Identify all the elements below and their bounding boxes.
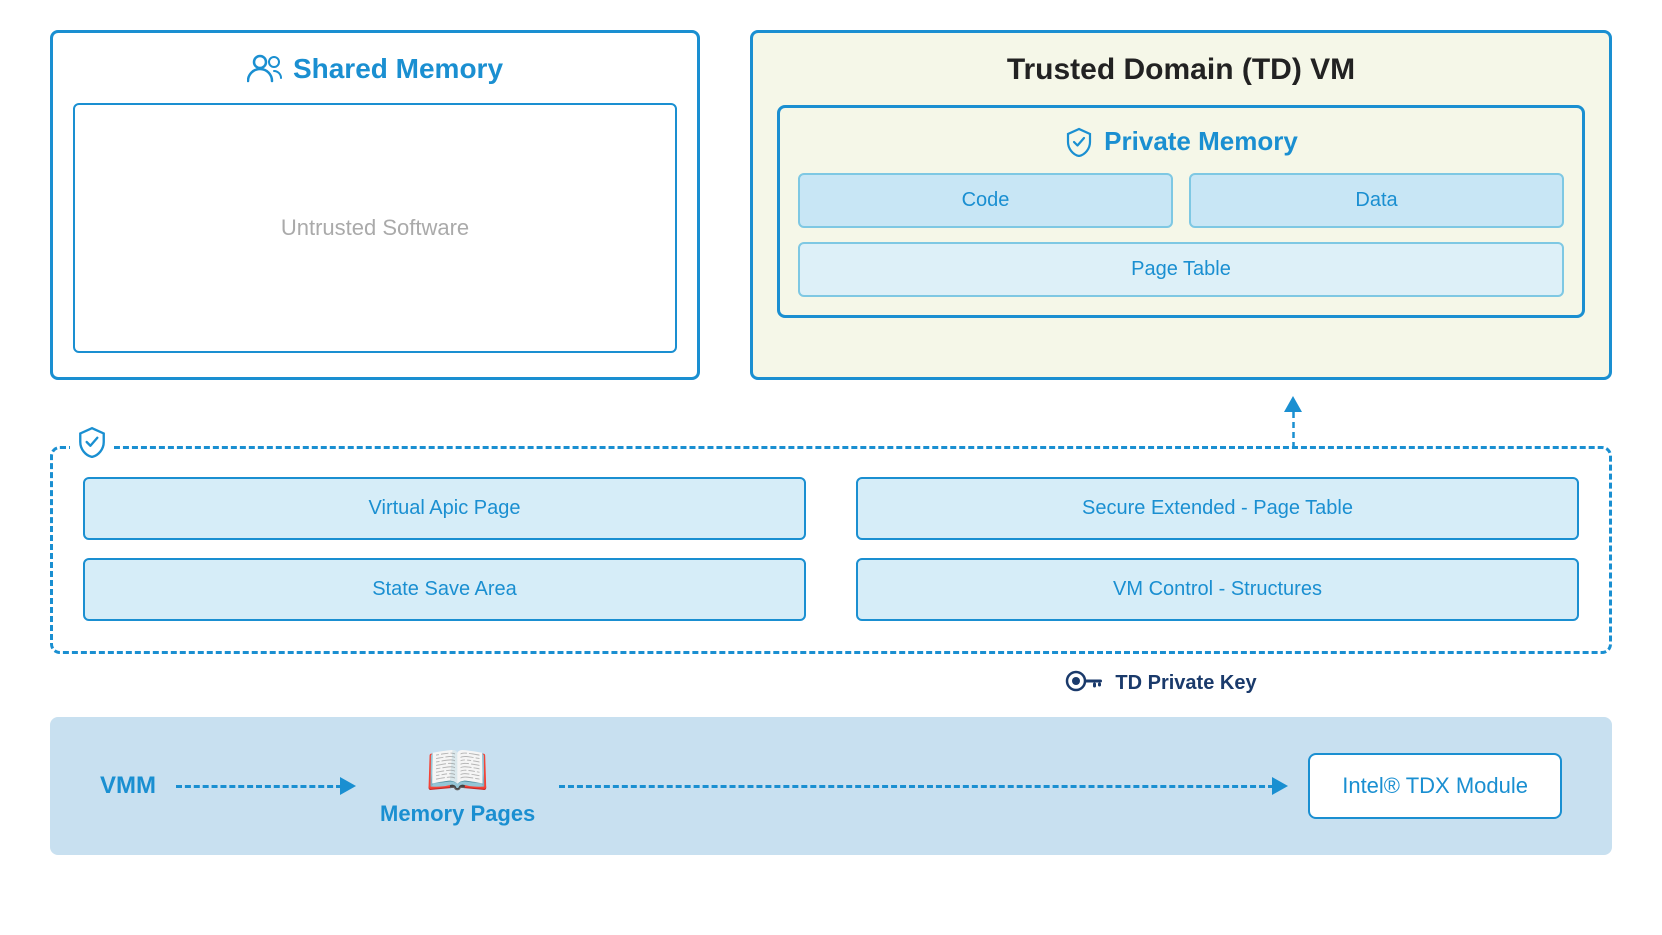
memory-pages-label: Memory Pages (380, 801, 535, 827)
shared-memory-inner: Untrusted Software (73, 103, 677, 353)
bottom-band: VMM 📖 Memory Pages Intel® TDX Module (50, 717, 1612, 855)
pm-code-cell: Code (798, 173, 1173, 228)
arrow-head-2 (1272, 777, 1288, 795)
arrow-line-up (1292, 412, 1295, 446)
diagram-container: Shared Memory Untrusted Software Trusted… (0, 0, 1662, 935)
shared-memory-box: Shared Memory Untrusted Software (50, 30, 700, 380)
private-memory-box: Private Memory Code Data Page Table (777, 105, 1585, 318)
dashed-line-1 (176, 785, 342, 788)
pages-to-tdx-arrow (559, 777, 1288, 795)
pm-code-data-row: Code Data (798, 173, 1564, 228)
td-private-key-row: TD Private Key (50, 668, 1612, 699)
state-save-area-box: State Save Area (83, 558, 806, 621)
private-memory-title: Private Memory (798, 126, 1564, 157)
users-icon (247, 53, 283, 85)
dashed-line-2 (559, 785, 1274, 788)
dashed-box: Virtual Apic Page State Save Area Secure… (50, 446, 1612, 654)
book-icon: 📖 (425, 745, 490, 797)
arrow-head-1 (340, 777, 356, 795)
td-vm-box: Trusted Domain (TD) VM Private Memory Co… (750, 30, 1612, 380)
memory-pages-box: 📖 Memory Pages (380, 745, 535, 827)
dashed-right-column: Secure Extended - Page Table VM Control … (856, 477, 1579, 621)
middle-dashed-section: Virtual Apic Page State Save Area Secure… (50, 446, 1612, 654)
secure-ept-box: Secure Extended - Page Table (856, 477, 1579, 540)
top-area: Shared Memory Untrusted Software Trusted… (50, 30, 1612, 380)
arrow-connector (50, 396, 1612, 446)
td-vm-title: Trusted Domain (TD) VM (777, 53, 1585, 87)
td-private-key-label: TD Private Key (1115, 672, 1256, 695)
shield-icon-private (1064, 127, 1094, 157)
pm-data-cell: Data (1189, 173, 1564, 228)
shield-corner-icon (70, 426, 114, 465)
vm-control-box: VM Control - Structures (856, 558, 1579, 621)
untrusted-software-label: Untrusted Software (281, 215, 469, 241)
dashed-left-column: Virtual Apic Page State Save Area (83, 477, 806, 621)
intel-tdx-box: Intel® TDX Module (1308, 753, 1562, 819)
up-arrow (1284, 396, 1302, 446)
vmm-arrow (176, 777, 356, 795)
shared-memory-title: Shared Memory (73, 53, 677, 85)
virtual-apic-page-box: Virtual Apic Page (83, 477, 806, 540)
key-icon (1065, 668, 1103, 699)
pm-page-table-cell: Page Table (798, 242, 1564, 297)
arrow-head-up (1284, 396, 1302, 412)
vmm-label: VMM (100, 772, 156, 800)
